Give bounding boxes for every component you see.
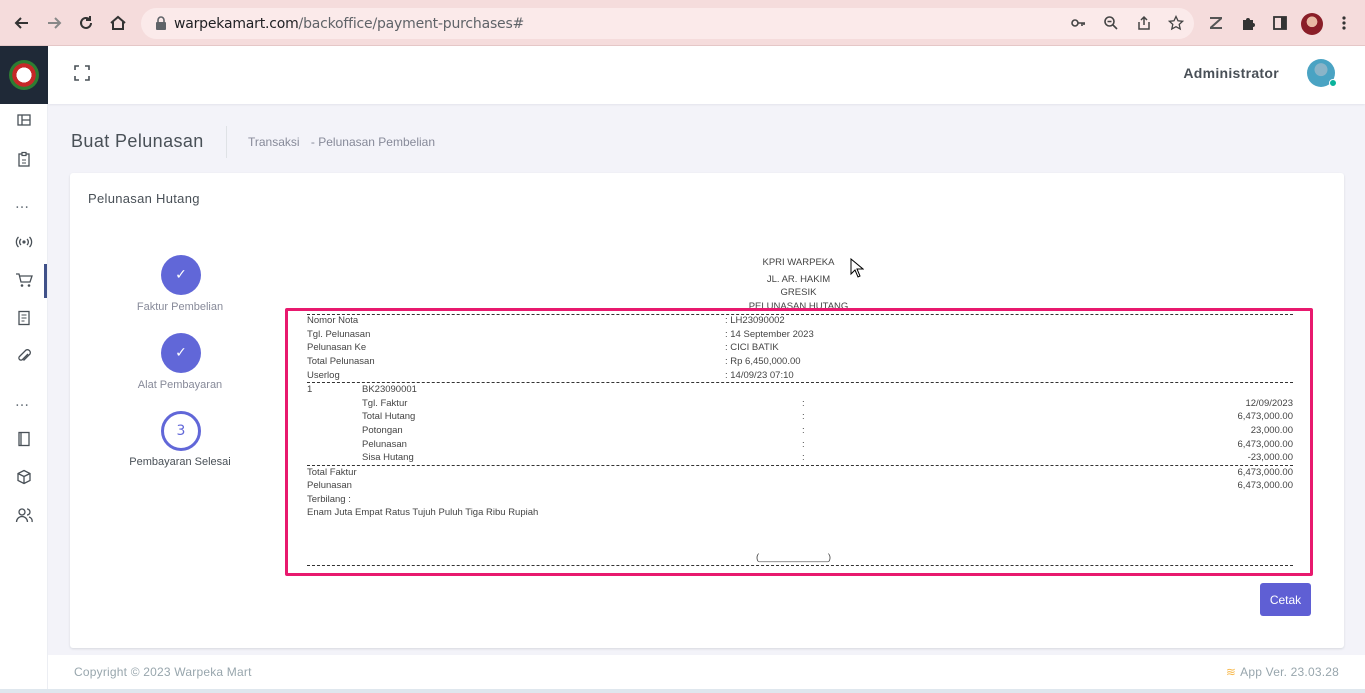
mouse-cursor-icon <box>850 258 864 278</box>
package-icon[interactable] <box>14 467 34 487</box>
nota-value: : LH23090002 <box>725 315 785 326</box>
item-row-label: Tgl. Faktur <box>362 398 408 409</box>
browser-profile-avatar[interactable] <box>1301 13 1323 35</box>
address-bar[interactable]: warpekamart.com/backoffice/payment-purch… <box>141 8 1194 39</box>
step-1-label: Faktur Pembelian <box>136 301 224 313</box>
item-row-value: 12/09/2023 <box>1245 398 1293 409</box>
side-panel-icon[interactable] <box>1270 13 1290 33</box>
app-version: ≋ App Ver. 23.03.28 <box>1226 665 1339 679</box>
item-row-label: Potongan <box>362 425 403 436</box>
step-3-label: Pembayaran Selesai <box>129 456 231 468</box>
reload-icon[interactable] <box>75 12 97 34</box>
step-1-check-icon[interactable]: ✓ <box>161 255 201 295</box>
breadcrumb-item-current: - Pelunasan Pembelian <box>310 135 435 149</box>
fullscreen-icon[interactable] <box>74 65 90 81</box>
receipt-divider <box>307 565 1293 566</box>
tgl-pelunasan-label: Tgl. Pelunasan <box>307 329 371 340</box>
broadcast-icon[interactable] <box>14 232 34 252</box>
item-row-sep: : <box>802 425 805 436</box>
sidebar: … … <box>0 46 48 693</box>
zotero-extension-icon[interactable] <box>1206 13 1226 33</box>
home-icon[interactable] <box>107 12 129 34</box>
step-3-number[interactable]: 3 <box>161 411 201 451</box>
total-pelunasan-label: Total Pelunasan <box>307 356 375 367</box>
menu-section-divider-2: … <box>15 394 30 410</box>
back-icon[interactable] <box>11 12 33 34</box>
terbilang-text: Enam Juta Empat Ratus Tujuh Puluh Tiga R… <box>307 507 539 518</box>
dashboard-icon[interactable] <box>14 110 34 130</box>
key-icon[interactable] <box>1069 14 1087 32</box>
step-2-label: Alat Pembayaran <box>137 379 223 391</box>
app-logo <box>9 60 39 90</box>
cart-icon[interactable] <box>14 270 34 290</box>
item-row-label: Sisa Hutang <box>362 452 414 463</box>
breadcrumb-item-transaksi[interactable]: Transaksi <box>248 135 300 149</box>
online-status-dot <box>1329 79 1337 87</box>
receipt-icon[interactable] <box>14 308 34 328</box>
clipboard-icon[interactable] <box>14 149 34 169</box>
receipt-divider <box>307 314 1293 315</box>
receipt-divider <box>307 382 1293 383</box>
userlog-value: : 14/09/23 07:10 <box>725 370 794 381</box>
print-button[interactable]: Cetak <box>1260 583 1311 616</box>
receipt-divider <box>307 465 1293 466</box>
footer: Copyright © 2023 Warpeka Mart ≋ App Ver. … <box>48 655 1365 689</box>
zoom-icon[interactable] <box>1102 14 1120 32</box>
item-row-value: 6,473,000.00 <box>1237 411 1293 422</box>
pelunasan-ke-label: Pelunasan Ke <box>307 342 367 353</box>
item-row-label: Pelunasan <box>362 439 407 450</box>
item-code: BK23090001 <box>362 384 417 395</box>
user-name[interactable]: Administrator <box>1183 65 1279 81</box>
menu-section-divider: … <box>15 196 30 212</box>
lock-icon <box>156 16 166 30</box>
item-row-sep: : <box>802 411 805 422</box>
pelunasan-label: Pelunasan <box>307 480 352 491</box>
item-row-label: Total Hutang <box>362 411 416 422</box>
browser-menu-icon[interactable] <box>1334 13 1354 33</box>
receipt-doc-title: PELUNASAN HUTANG <box>748 301 849 308</box>
userlog-label: Userlog <box>307 370 340 381</box>
logo-area[interactable] <box>0 46 48 104</box>
receipt-org: KPRI WARPEKA <box>762 257 835 268</box>
active-menu-indicator <box>44 264 47 298</box>
layers-icon: ≋ <box>1225 665 1237 679</box>
attachment-icon[interactable] <box>14 346 34 366</box>
item-row-sep: : <box>802 439 805 450</box>
signature-line: (_____________) <box>756 552 832 563</box>
forward-icon[interactable] <box>43 12 65 34</box>
page-title: Buat Pelunasan <box>71 131 204 151</box>
pelunasan-value: 6,473,000.00 <box>1237 480 1293 491</box>
share-icon[interactable] <box>1135 14 1153 32</box>
nota-label: Nomor Nota <box>307 315 359 326</box>
receipt-city: GRESIK <box>780 287 817 298</box>
item-row-value: -23,000.00 <box>1247 452 1293 463</box>
extensions-puzzle-icon[interactable] <box>1238 13 1258 33</box>
app-version-text: App Ver. 23.03.28 <box>1240 665 1339 679</box>
item-row-sep: : <box>802 452 805 463</box>
total-faktur-label: Total Faktur <box>307 467 357 478</box>
payment-card: Pelunasan Hutang ✓ Faktur Pembelian ✓ Al… <box>70 173 1344 648</box>
total-pelunasan-value: : Rp 6,450,000.00 <box>725 356 801 367</box>
topbar: Administrator <box>48 46 1365 104</box>
pelunasan-ke-value: : CICI BATIK <box>725 342 779 353</box>
item-row-value: 23,000.00 <box>1250 425 1293 436</box>
book-icon[interactable] <box>14 429 34 449</box>
card-title: Pelunasan Hutang <box>88 191 200 206</box>
breadcrumb: Transaksi - Pelunasan Pembelian <box>248 135 443 149</box>
total-faktur-value: 6,473,000.00 <box>1237 467 1293 478</box>
item-row-sep: : <box>802 398 805 409</box>
receipt-address: JL. AR. HAKIM <box>766 274 831 285</box>
title-divider <box>226 126 227 158</box>
tgl-pelunasan-value: : 14 September 2023 <box>725 329 814 340</box>
users-icon[interactable] <box>14 505 34 525</box>
url-text: warpekamart.com/backoffice/payment-purch… <box>174 16 525 32</box>
item-number: 1 <box>307 384 313 395</box>
browser-toolbar: warpekamart.com/backoffice/payment-purch… <box>0 0 1365 46</box>
terbilang-label: Terbilang : <box>307 494 351 505</box>
star-icon[interactable] <box>1167 14 1185 32</box>
window-bottom-edge <box>0 689 1365 693</box>
copyright-text: Copyright © 2023 Warpeka Mart <box>74 665 252 679</box>
item-row-value: 6,473,000.00 <box>1237 439 1293 450</box>
step-2-check-icon[interactable]: ✓ <box>161 333 201 373</box>
